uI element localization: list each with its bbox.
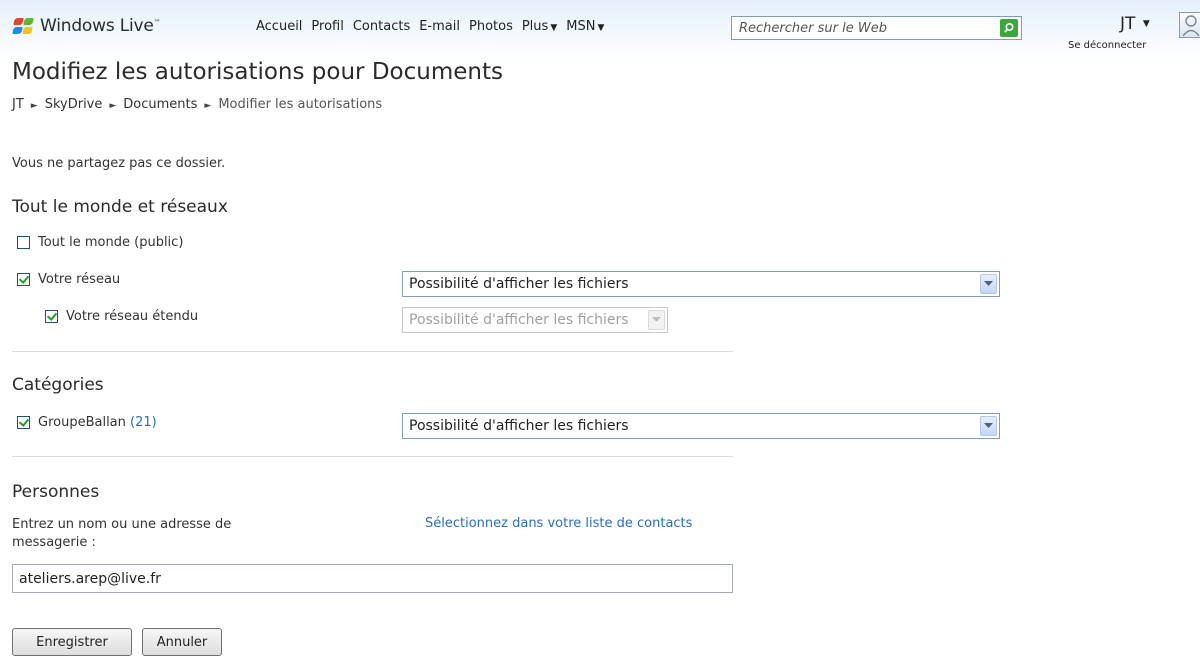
- breadcrumb-jt[interactable]: JT: [12, 97, 24, 112]
- breadcrumb-documents[interactable]: Documents: [123, 97, 197, 112]
- nav-email[interactable]: E-mail: [419, 19, 460, 34]
- recipient-email-input[interactable]: [12, 564, 733, 593]
- groupeballan-label: GroupeBallan: [38, 415, 126, 430]
- section-divider: [12, 456, 733, 457]
- nav-profil[interactable]: Profil: [311, 19, 343, 34]
- nav-plus-menu[interactable]: Plus ▼: [522, 19, 557, 34]
- chevron-down-icon: ▼: [1142, 19, 1150, 29]
- breadcrumb: JT ► SkyDrive ► Documents ► Modifier les autor…: [12, 97, 382, 112]
- search-button[interactable]: [1000, 19, 1018, 37]
- groupeballan-checkbox[interactable]: [17, 416, 30, 429]
- extended-network-label: Votre réseau étendu: [66, 309, 199, 324]
- user-avatar-icon: [1182, 15, 1200, 37]
- section-title-people: Personnes: [12, 482, 100, 502]
- breadcrumb-skydrive[interactable]: SkyDrive: [45, 97, 103, 112]
- nav-contacts[interactable]: Contacts: [353, 19, 410, 34]
- groupeballan-count[interactable]: (21): [130, 415, 157, 430]
- select-from-contacts-link[interactable]: Sélectionnez dans votre liste de contact…: [425, 516, 692, 531]
- dropdown-arrow-icon: [980, 274, 997, 294]
- signout-link[interactable]: Se déconnecter: [1068, 40, 1146, 51]
- breadcrumb-separator-icon: ►: [204, 101, 212, 111]
- network-permission-value: Possibilité d'afficher les fichiers: [409, 276, 629, 292]
- section-title-everyone: Tout le monde et réseaux: [12, 197, 228, 217]
- page-title: Modifiez les autorisations pour Document…: [12, 59, 503, 85]
- brand-name: Windows Live™: [40, 16, 161, 36]
- extended-network-checkbox[interactable]: [45, 310, 58, 323]
- network-label: Votre réseau: [38, 272, 121, 287]
- nav-plus-label: Plus: [521, 19, 549, 34]
- section-title-categories: Catégories: [12, 375, 104, 395]
- section-divider: [12, 351, 733, 352]
- network-permission-select[interactable]: Possibilité d'afficher les fichiers: [402, 271, 1000, 297]
- windows-live-brand[interactable]: Windows Live™: [12, 16, 161, 36]
- public-label: Tout le monde (public): [38, 235, 184, 250]
- extended-network-option[interactable]: Votre réseau étendu: [45, 309, 198, 324]
- breadcrumb-separator-icon: ►: [30, 101, 38, 111]
- dropdown-arrow-icon: [648, 310, 665, 330]
- breadcrumb-separator-icon: ►: [109, 101, 117, 111]
- category-permission-value: Possibilité d'afficher les fichiers: [409, 418, 629, 434]
- windows-flag-icon: [12, 17, 34, 35]
- extended-network-permission-select: Possibilité d'afficher les fichiers: [402, 307, 668, 333]
- public-option[interactable]: Tout le monde (public): [17, 235, 183, 250]
- network-option[interactable]: Votre réseau: [17, 272, 120, 287]
- avatar[interactable]: [1179, 12, 1200, 38]
- extended-network-permission-value: Possibilité d'afficher les fichiers: [409, 312, 629, 328]
- nav-accueil[interactable]: Accueil: [256, 19, 302, 34]
- web-search-input[interactable]: [732, 17, 990, 39]
- chevron-down-icon: ▼: [597, 23, 605, 33]
- dropdown-arrow-icon: [980, 416, 997, 436]
- network-checkbox[interactable]: [17, 273, 30, 286]
- breadcrumb-current: Modifier les autorisations: [218, 97, 383, 112]
- web-search-box: [731, 16, 1022, 40]
- user-menu[interactable]: JT ▼: [1120, 14, 1150, 34]
- user-initials: JT: [1120, 14, 1136, 34]
- sharing-status-text: Vous ne partagez pas ce dossier.: [12, 156, 226, 171]
- top-navigation: Accueil Profil Contacts E-mail Photos Pl…: [256, 19, 613, 34]
- cancel-button[interactable]: Annuler: [142, 628, 222, 656]
- save-button[interactable]: Enregistrer: [12, 628, 132, 656]
- nav-photos[interactable]: Photos: [469, 19, 513, 34]
- recipient-prompt: Entrez un nom ou une adresse de messager…: [12, 517, 232, 550]
- category-groupeballan-option[interactable]: GroupeBallan (21): [17, 415, 157, 430]
- nav-msn-label: MSN: [566, 19, 596, 34]
- category-permission-select[interactable]: Possibilité d'afficher les fichiers: [402, 413, 1000, 439]
- nav-msn-menu[interactable]: MSN ▼: [566, 19, 604, 34]
- public-checkbox[interactable]: [17, 236, 30, 249]
- search-icon: [1004, 22, 1014, 33]
- chevron-down-icon: ▼: [550, 23, 558, 33]
